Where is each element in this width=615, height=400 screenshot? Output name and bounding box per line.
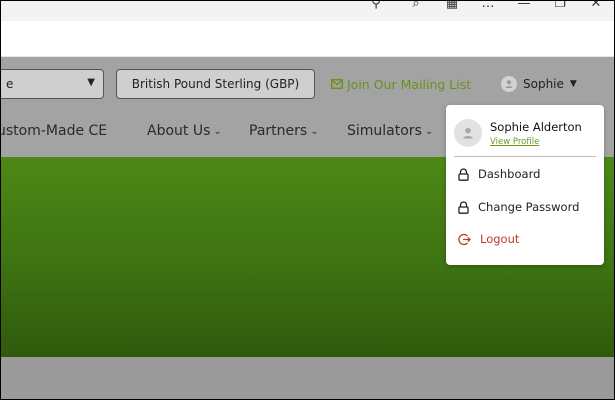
menu-item-logout[interactable]: Logout — [458, 229, 519, 249]
view-profile-link[interactable]: View Profile — [490, 137, 582, 147]
extensions-icon[interactable]: ▦ — [434, 1, 470, 13]
avatar — [501, 76, 517, 92]
mailing-list-label: Join Our Mailing List — [347, 76, 472, 92]
divider — [454, 156, 596, 157]
menu-item-label: Dashboard — [478, 167, 541, 181]
caret-down-icon: ▼ — [569, 79, 577, 89]
lock-icon — [458, 200, 469, 214]
browser-toolbar: ⚲ ⌕ ▦ … — ❐ ✕ — [1, 1, 614, 21]
minimize-icon[interactable]: — — [506, 1, 542, 13]
user-info: Sophie Alderton View Profile — [490, 120, 582, 147]
user-name-label: Sophie — [523, 77, 564, 91]
menu-item-label: Logout — [480, 232, 520, 246]
restore-icon[interactable]: ❐ — [542, 1, 578, 13]
nav-item-label: Partners — [249, 123, 308, 139]
nav-item-simulators[interactable]: Simulators ⌄ — [347, 123, 433, 139]
lock-icon — [458, 167, 469, 181]
more-icon[interactable]: … — [470, 1, 506, 13]
page-overlay — [1, 357, 614, 399]
menu-item-change-password[interactable]: Change Password — [458, 197, 579, 217]
chevron-down-icon: ▼ — [87, 77, 95, 88]
zoom-icon[interactable]: ⌕ — [398, 1, 434, 13]
envelope-icon — [331, 79, 343, 89]
nav-item-partners[interactable]: Partners ⌄ — [249, 123, 319, 139]
address-bar[interactable] — [1, 21, 614, 57]
user-full-name: Sophie Alderton — [490, 119, 582, 134]
nav-item-label: About Us — [147, 123, 211, 139]
chevron-down-icon: ⌄ — [424, 125, 434, 137]
user-menu-toggle[interactable]: Sophie ▼ — [501, 69, 577, 99]
browser-window: ⚲ ⌕ ▦ … — ❐ ✕ e ▼ British Pound Sterling… — [0, 0, 615, 400]
mailing-list-link[interactable]: Join Our Mailing List — [331, 69, 471, 99]
language-select[interactable]: e ▼ — [1, 69, 104, 99]
nav-item-label: Simulators — [347, 123, 422, 139]
language-select-value: e — [6, 77, 14, 91]
chevron-down-icon: ⌄ — [213, 125, 222, 137]
nav-item-about-us[interactable]: About Us ⌄ — [147, 123, 222, 139]
currency-button[interactable]: British Pound Sterling (GBP) — [116, 69, 315, 99]
browser-toolbar-icons: ⚲ ⌕ ▦ … — ❐ ✕ — [358, 1, 614, 13]
menu-item-label: Change Password — [478, 200, 580, 214]
avatar — [454, 119, 482, 147]
menu-item-dashboard[interactable]: Dashboard — [458, 164, 540, 184]
nav-item-custom-made-ce[interactable]: ustom-Made CE — [0, 123, 108, 139]
logout-icon — [458, 233, 471, 246]
utility-bar: e ▼ British Pound Sterling (GBP) Join Ou… — [1, 57, 614, 111]
nav-item-label: ustom-Made CE — [0, 123, 108, 139]
close-icon[interactable]: ✕ — [578, 1, 614, 13]
chevron-down-icon: ⌄ — [310, 125, 319, 137]
user-dropdown-menu: Sophie Alderton View Profile Dashboard C… — [446, 105, 604, 265]
user-menu-header: Sophie Alderton View Profile — [454, 113, 596, 153]
key-icon[interactable]: ⚲ — [358, 1, 394, 13]
